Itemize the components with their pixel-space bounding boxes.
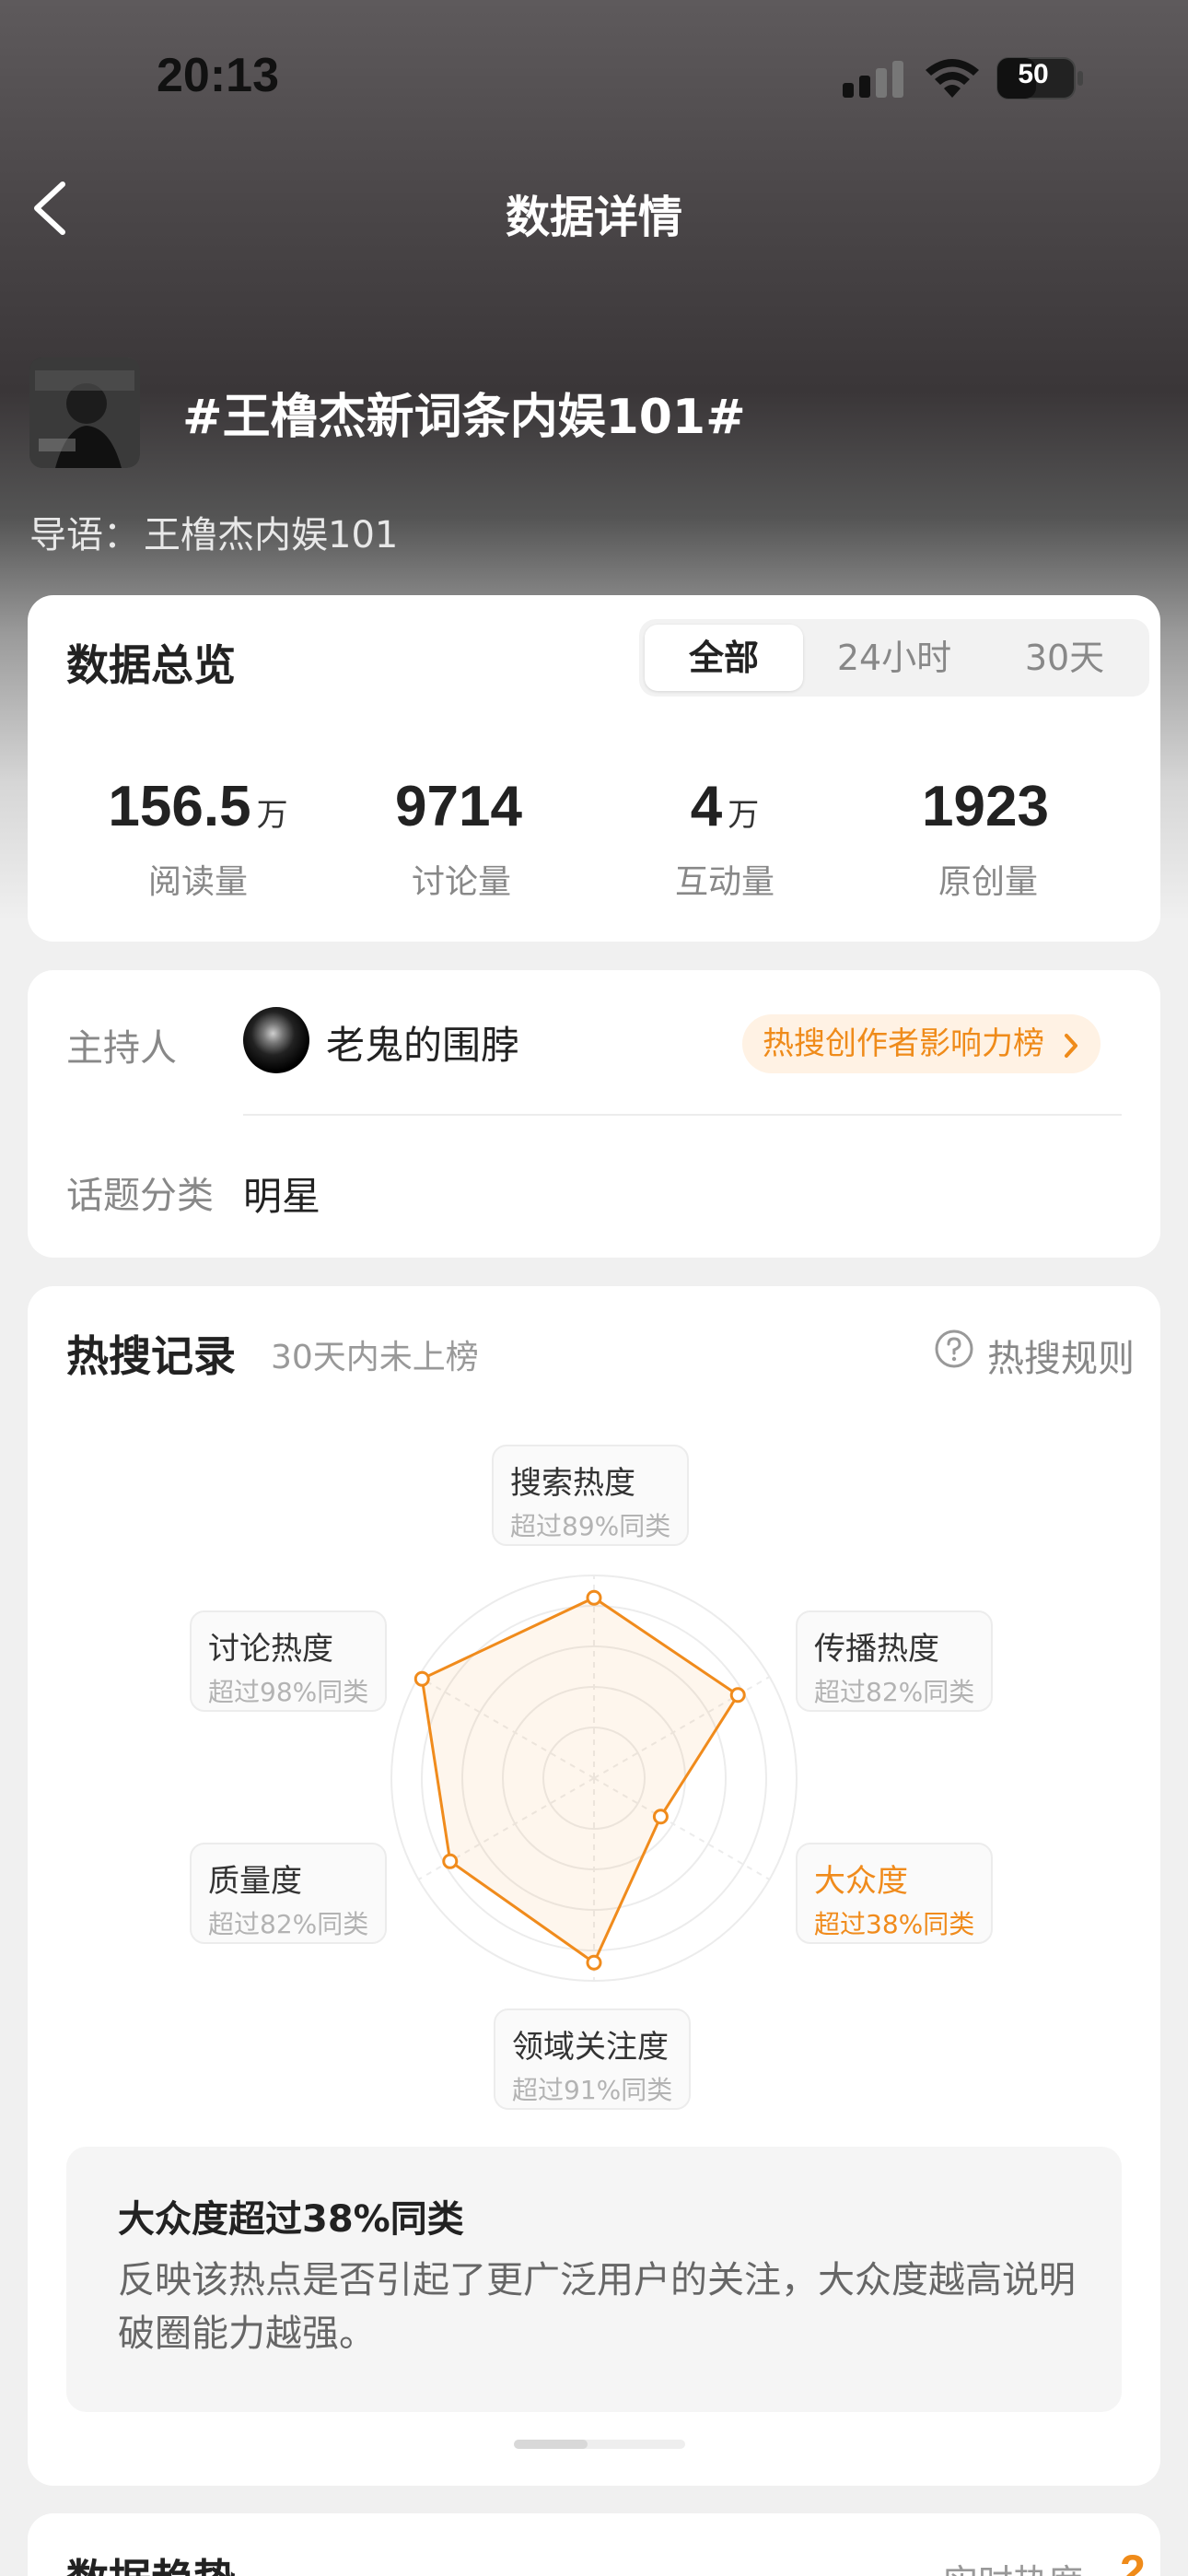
topic-intro: 王橹杰内娱101 bbox=[144, 514, 399, 556]
stat-interactions-value: 4 bbox=[690, 775, 723, 838]
trend-title: 数据趋势 bbox=[66, 2547, 236, 2576]
host-name[interactable]: 老鬼的围脖 bbox=[326, 1014, 519, 1071]
radar-point bbox=[729, 1687, 746, 1704]
topic-thumbnail bbox=[29, 357, 140, 468]
radar-label-name: 传播热度 bbox=[814, 1631, 939, 1668]
stat-reads-value: 156.5 bbox=[108, 775, 251, 838]
cellular-signal-icon bbox=[843, 61, 903, 98]
wifi-icon bbox=[926, 59, 979, 98]
stat-discussions-value: 9714 bbox=[395, 775, 522, 838]
radar-label-search: 搜索热度 超过89%同类 bbox=[492, 1445, 690, 1546]
description-title: 大众度超过38%同类 bbox=[118, 2198, 464, 2241]
topic-title: #王橹杰新词条内娱101# bbox=[182, 390, 746, 445]
radar-label-name: 大众度 bbox=[814, 1863, 908, 1900]
topic-thumbnail-image bbox=[29, 357, 140, 468]
battery-level: 50 bbox=[1018, 59, 1049, 89]
trend-right-value: 2 bbox=[1120, 2546, 1146, 2576]
tab-24h[interactable]: 24小时 bbox=[809, 625, 980, 691]
chevron-right-icon bbox=[1064, 1033, 1077, 1058]
stat-discussions-label: 讨论量 bbox=[411, 863, 511, 901]
dimension-description: 大众度超过38%同类 反映该热点是否引起了更广泛用户的关注，大众度越高说明破圈能… bbox=[66, 2147, 1122, 2412]
trend-card: 数据趋势 实时热度 2 bbox=[28, 2513, 1160, 2576]
category-value: 明星 bbox=[243, 1174, 321, 1219]
stat-reads: 156.5 万 阅读量 bbox=[66, 774, 330, 903]
divider bbox=[243, 1114, 1122, 1116]
description-text: 反映该热点是否引起了更广泛用户的关注，大众度越高说明破圈能力越强。 bbox=[118, 2259, 1076, 2355]
stat-reads-unit: 万 bbox=[256, 797, 288, 834]
radar-point bbox=[586, 1589, 602, 1606]
category-label: 话题分类 bbox=[66, 1175, 214, 1217]
status-time: 20:13 bbox=[157, 49, 279, 102]
radar-polygon bbox=[420, 1596, 740, 1964]
trend-right-label: 实时热度 bbox=[943, 2554, 1083, 2576]
radar-label-spread: 传播热度 超过82%同类 bbox=[796, 1610, 994, 1712]
radar-label-sub: 超过82%同类 bbox=[208, 1909, 369, 1939]
avatar[interactable] bbox=[243, 1007, 309, 1073]
stat-interactions: 4万 互动量 bbox=[593, 774, 856, 903]
stat-originals-value: 1923 bbox=[922, 775, 1049, 838]
stat-originals-label: 原创量 bbox=[938, 863, 1038, 901]
radar-label-name: 讨论热度 bbox=[208, 1631, 333, 1668]
hot-record-card: 热搜记录 30天内未上榜 热搜规则 搜索热度 超过89%同类 传播热度 超过82… bbox=[28, 1286, 1160, 2486]
radar-point bbox=[652, 1809, 669, 1825]
tab-all[interactable]: 全部 bbox=[645, 625, 803, 691]
host-label: 主持人 bbox=[66, 1027, 177, 1070]
stat-interactions-unit: 万 bbox=[728, 797, 760, 834]
radar-label-sub: 超过98%同类 bbox=[208, 1677, 369, 1707]
radar-label-quality: 质量度 超过82%同类 bbox=[190, 1843, 388, 1944]
radar-label-name: 搜索热度 bbox=[510, 1465, 635, 1502]
creator-ranking-badge[interactable]: 热搜创作者影响力榜 bbox=[742, 1014, 1101, 1073]
time-range-tabs: 全部 24小时 30天 bbox=[639, 619, 1149, 697]
radar-point bbox=[442, 1853, 459, 1869]
stat-interactions-label: 互动量 bbox=[674, 863, 775, 901]
host-card: 主持人 老鬼的围脖 热搜创作者影响力榜 话题分类 明星 bbox=[28, 970, 1160, 1258]
page-title: 数据详情 bbox=[505, 192, 682, 243]
topic-intro-label: 导语： bbox=[29, 514, 140, 556]
radar-label-sub: 超过91%同类 bbox=[512, 2075, 673, 2105]
stat-reads-label: 阅读量 bbox=[147, 863, 248, 901]
radar-label-name: 领域关注度 bbox=[512, 2029, 669, 2066]
overview-title: 数据总览 bbox=[66, 640, 236, 690]
radar-point bbox=[586, 1954, 602, 1971]
radar-label-popularity[interactable]: 大众度 超过38%同类 bbox=[796, 1843, 994, 1944]
radar-label-domain: 领域关注度 超过91%同类 bbox=[494, 2008, 692, 2110]
tab-30d[interactable]: 30天 bbox=[985, 625, 1144, 691]
stat-originals: 1923 原创量 bbox=[856, 774, 1120, 903]
radar-point bbox=[413, 1670, 430, 1687]
radar-label-name: 质量度 bbox=[208, 1863, 302, 1900]
radar-label-sub: 超过82%同类 bbox=[814, 1677, 975, 1707]
pager-indicator bbox=[514, 2440, 588, 2449]
creator-ranking-label: 热搜创作者影响力榜 bbox=[763, 1025, 1044, 1062]
radar-label-sub: 超过38%同类 bbox=[814, 1909, 975, 1939]
overview-card: 数据总览 全部 24小时 30天 156.5 万 阅读量 9714 讨论量 4万 … bbox=[28, 595, 1160, 942]
radar-label-sub: 超过89%同类 bbox=[510, 1511, 671, 1541]
status-bar: 20:13 50 bbox=[0, 0, 1188, 157]
radar-label-discussion: 讨论热度 超过98%同类 bbox=[190, 1610, 388, 1712]
stat-discussions: 9714 讨论量 bbox=[330, 774, 593, 903]
